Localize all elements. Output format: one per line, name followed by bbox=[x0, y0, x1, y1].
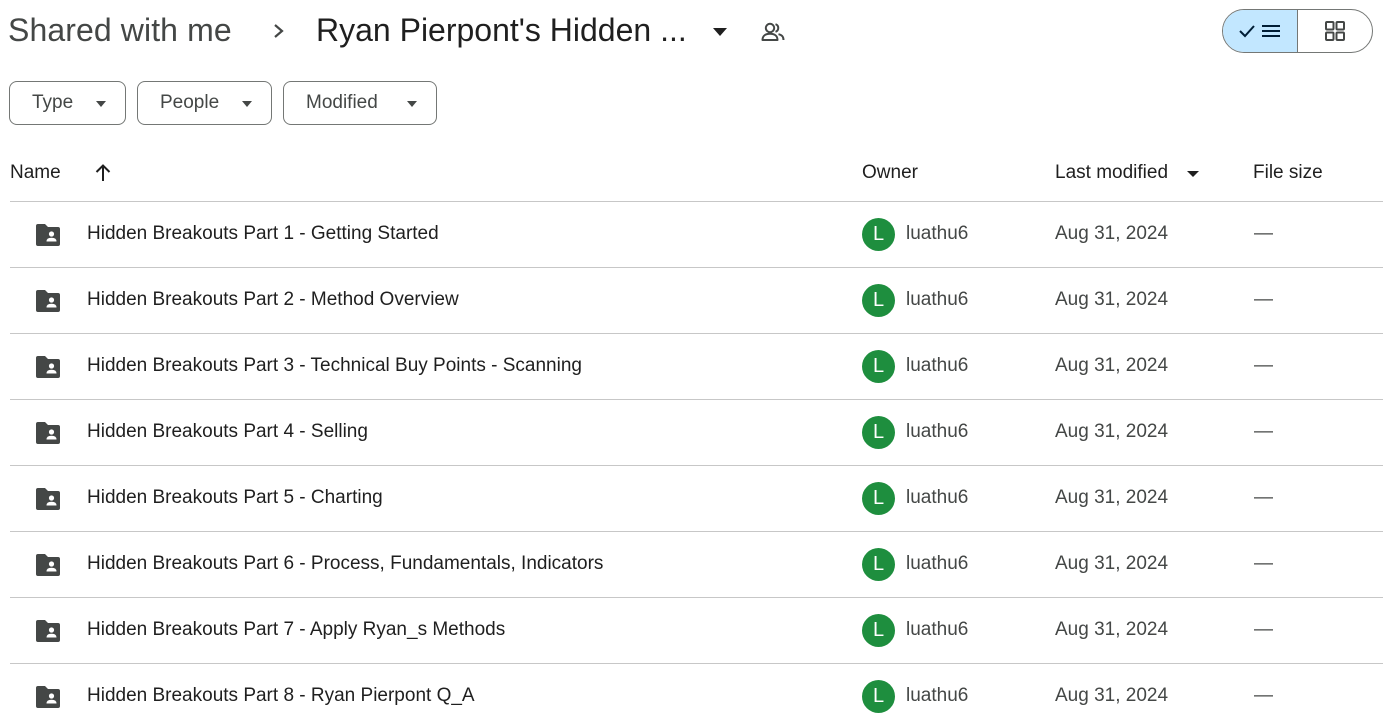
check-icon bbox=[1239, 25, 1255, 38]
owner-name: luathu6 bbox=[906, 553, 969, 574]
avatar: L bbox=[862, 548, 895, 581]
shared-folder-icon bbox=[36, 488, 60, 510]
modified-filter-label: Modified bbox=[306, 92, 378, 113]
arrow-drop-down-icon bbox=[96, 101, 106, 107]
file-size: — bbox=[1254, 487, 1273, 508]
shared-folder-icon bbox=[36, 422, 60, 444]
table-header: Name Owner Last modified File size bbox=[0, 150, 1383, 202]
list-view-button[interactable] bbox=[1223, 10, 1298, 52]
last-modified-date: Aug 31, 2024 bbox=[1055, 619, 1169, 640]
file-name: Hidden Breakouts Part 1 - Getting Starte… bbox=[87, 223, 439, 244]
file-size: — bbox=[1254, 619, 1273, 640]
owner-name: luathu6 bbox=[906, 619, 969, 640]
file-name: Hidden Breakouts Part 8 - Ryan Pierpont … bbox=[87, 685, 475, 706]
last-modified-date: Aug 31, 2024 bbox=[1055, 487, 1169, 508]
last-modified-date: Aug 31, 2024 bbox=[1055, 421, 1169, 442]
arrow-drop-down-icon[interactable] bbox=[1186, 170, 1200, 178]
type-filter-chip[interactable]: Type bbox=[9, 81, 126, 125]
table-row[interactable]: Hidden Breakouts Part 5 - Charting Lluath… bbox=[0, 466, 1383, 532]
avatar: L bbox=[862, 350, 895, 383]
file-size: — bbox=[1254, 289, 1273, 310]
arrow-drop-down-icon bbox=[407, 101, 417, 107]
chevron-right-icon bbox=[274, 24, 284, 38]
last-modified-date: Aug 31, 2024 bbox=[1055, 223, 1169, 244]
arrow-drop-down-icon[interactable] bbox=[708, 22, 732, 42]
avatar: L bbox=[862, 614, 895, 647]
owner-name: luathu6 bbox=[906, 685, 969, 706]
file-size: — bbox=[1254, 685, 1273, 706]
modified-filter-chip[interactable]: Modified bbox=[283, 81, 437, 125]
table-row[interactable]: Hidden Breakouts Part 6 - Process, Funda… bbox=[0, 532, 1383, 598]
grid-view-button[interactable] bbox=[1298, 10, 1372, 52]
file-size: — bbox=[1254, 421, 1273, 442]
breadcrumb-current-folder[interactable]: Ryan Pierpont's Hidden ... bbox=[316, 12, 687, 49]
column-header-owner: Owner bbox=[862, 162, 918, 183]
last-modified-date: Aug 31, 2024 bbox=[1055, 553, 1169, 574]
owner-name: luathu6 bbox=[906, 223, 969, 244]
file-name: Hidden Breakouts Part 5 - Charting bbox=[87, 487, 383, 508]
file-name: Hidden Breakouts Part 6 - Process, Funda… bbox=[87, 553, 604, 574]
avatar: L bbox=[862, 680, 895, 713]
owner-name: luathu6 bbox=[906, 421, 969, 442]
breadcrumb-shared-with-me[interactable]: Shared with me bbox=[8, 12, 232, 49]
shared-folder-icon bbox=[36, 290, 60, 312]
avatar: L bbox=[862, 482, 895, 515]
people-filter-label: People bbox=[160, 92, 220, 113]
table-row[interactable]: Hidden Breakouts Part 4 - Selling Lluathu… bbox=[0, 400, 1383, 466]
table-row[interactable]: Hidden Breakouts Part 3 - Technical Buy … bbox=[0, 334, 1383, 400]
view-toggle bbox=[1222, 9, 1373, 53]
table-row[interactable]: Hidden Breakouts Part 7 - Apply Ryan_s M… bbox=[0, 598, 1383, 664]
last-modified-date: Aug 31, 2024 bbox=[1055, 289, 1169, 310]
shared-folder-icon bbox=[36, 620, 60, 642]
owner-name: luathu6 bbox=[906, 355, 969, 376]
file-name: Hidden Breakouts Part 3 - Technical Buy … bbox=[87, 355, 582, 376]
people-icon[interactable] bbox=[760, 20, 786, 44]
file-name: Hidden Breakouts Part 4 - Selling bbox=[87, 421, 368, 442]
last-modified-date: Aug 31, 2024 bbox=[1055, 355, 1169, 376]
owner-name: luathu6 bbox=[906, 487, 969, 508]
avatar: L bbox=[862, 416, 895, 449]
file-size: — bbox=[1254, 223, 1273, 244]
file-name: Hidden Breakouts Part 2 - Method Overvie… bbox=[87, 289, 459, 310]
shared-folder-icon bbox=[36, 356, 60, 378]
column-header-name[interactable]: Name bbox=[10, 162, 61, 184]
arrow-drop-down-icon bbox=[242, 101, 252, 107]
shared-folder-icon bbox=[36, 554, 60, 576]
table-row[interactable]: Hidden Breakouts Part 1 - Getting Starte… bbox=[0, 202, 1383, 268]
column-header-file-size: File size bbox=[1253, 162, 1323, 183]
avatar: L bbox=[862, 218, 895, 251]
file-size: — bbox=[1254, 355, 1273, 376]
people-filter-chip[interactable]: People bbox=[137, 81, 272, 125]
table-row[interactable]: Hidden Breakouts Part 2 - Method Overvie… bbox=[0, 268, 1383, 334]
arrow-upward-icon[interactable] bbox=[92, 162, 114, 184]
grid-icon bbox=[1325, 21, 1345, 41]
file-list: Hidden Breakouts Part 1 - Getting Starte… bbox=[0, 202, 1383, 724]
avatar: L bbox=[862, 284, 895, 317]
table-row[interactable]: Hidden Breakouts Part 8 - Ryan Pierpont … bbox=[0, 664, 1383, 724]
column-header-last-modified[interactable]: Last modified bbox=[1055, 162, 1168, 184]
header: Shared with me Ryan Pierpont's Hidden ..… bbox=[0, 0, 1383, 64]
list-icon bbox=[1262, 25, 1280, 37]
shared-folder-icon bbox=[36, 686, 60, 708]
shared-folder-icon bbox=[36, 224, 60, 246]
owner-name: luathu6 bbox=[906, 289, 969, 310]
last-modified-date: Aug 31, 2024 bbox=[1055, 685, 1169, 706]
type-filter-label: Type bbox=[32, 92, 74, 113]
file-size: — bbox=[1254, 553, 1273, 574]
file-name: Hidden Breakouts Part 7 - Apply Ryan_s M… bbox=[87, 619, 506, 640]
